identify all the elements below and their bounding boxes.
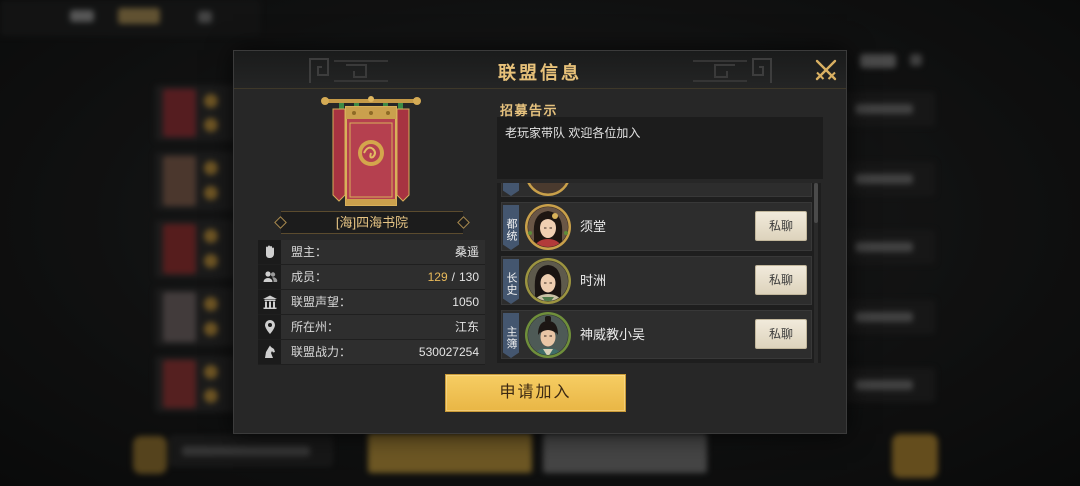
avatar: [527, 183, 569, 196]
member-count-separator: /: [451, 270, 455, 284]
dialog-header: 联盟信息: [234, 51, 846, 89]
members-value: 129/130: [428, 265, 479, 289]
horse-icon: [258, 340, 281, 364]
game-screen: 联盟信息 [海]四海书院 盟主： 桑遥 成员： 129 / 130 联盟声望： …: [0, 0, 1080, 486]
info-row-leader: 盟主： 桑遥: [258, 240, 485, 265]
alliance-info-table: 盟主： 桑遥 成员： 129/130 联盟声望： 1050 所在州： 江东 联盟…: [258, 240, 485, 365]
gate-icon: [258, 290, 281, 314]
private-chat-button[interactable]: 私聊: [755, 211, 807, 241]
info-row-power: 联盟战力： 530027254: [258, 340, 485, 365]
alliance-name: 四海书院: [356, 215, 409, 230]
private-chat-button[interactable]: 私聊: [755, 265, 807, 295]
officer-name: 时洲: [580, 273, 607, 288]
officer-list[interactable]: 都统 须堂 私聊 长史 时洲 私聊 主簿 神威教小吴 私聊: [497, 183, 821, 363]
reputation-value: 1050: [452, 295, 479, 309]
officer-list-scrollbar[interactable]: [814, 183, 818, 363]
alliance-banner: [321, 96, 421, 206]
officer-item: 主簿 神威教小吴 私聊: [501, 310, 812, 359]
private-chat-button[interactable]: 私聊: [755, 319, 807, 349]
power-label: 联盟战力：: [291, 345, 352, 359]
apply-join-button[interactable]: 申请加入: [445, 374, 626, 412]
scroll-thumb[interactable]: [814, 183, 818, 223]
fist-icon: [258, 240, 281, 264]
role-tag: 长史: [503, 259, 519, 304]
member-count-max: 130: [458, 270, 479, 284]
dialog-title: 联盟信息: [498, 63, 582, 84]
info-row-members: 成员： 129/130: [258, 265, 485, 290]
plate-ornament: [274, 216, 287, 229]
officer-item-partial: [501, 183, 812, 197]
role-tag: 主簿: [503, 313, 519, 358]
avatar[interactable]: [524, 203, 572, 251]
close-button[interactable]: [813, 57, 839, 83]
officer-name: 须堂: [580, 219, 607, 234]
role-tag: 都统: [503, 205, 519, 250]
leader-label: 盟主：: [291, 245, 328, 259]
people-icon: [258, 265, 281, 289]
crossed-swords-close-icon: [815, 59, 837, 81]
region-value: 江东: [454, 320, 479, 334]
avatar[interactable]: [524, 311, 572, 359]
alliance-tag: [海]: [335, 215, 357, 230]
leader-value: 桑遥: [454, 245, 479, 259]
info-row-reputation: 联盟声望： 1050: [258, 290, 485, 315]
role-tag: [503, 183, 519, 196]
officer-item: 长史 时洲 私聊: [501, 256, 812, 305]
alliance-info-dialog: 联盟信息 [海]四海书院 盟主： 桑遥 成员： 129 / 130 联盟声望： …: [233, 50, 847, 434]
officer-item: 都统 须堂 私聊: [501, 202, 812, 251]
members-label: 成员：: [291, 270, 328, 284]
alliance-name-plate: [海]四海书院: [274, 211, 470, 234]
member-count-current: 129: [427, 270, 448, 284]
reputation-label: 联盟声望：: [291, 295, 352, 309]
avatar[interactable]: [524, 257, 572, 305]
power-value: 530027254: [418, 345, 479, 359]
plate-ornament: [457, 216, 470, 229]
region-label: 所在州：: [291, 320, 340, 334]
location-pin-icon: [258, 315, 281, 339]
info-row-region: 所在州： 江东: [258, 315, 485, 340]
officer-name: 神威教小吴: [580, 327, 646, 342]
recruit-notice-text: 老玩家带队 欢迎各位加入: [497, 117, 823, 179]
